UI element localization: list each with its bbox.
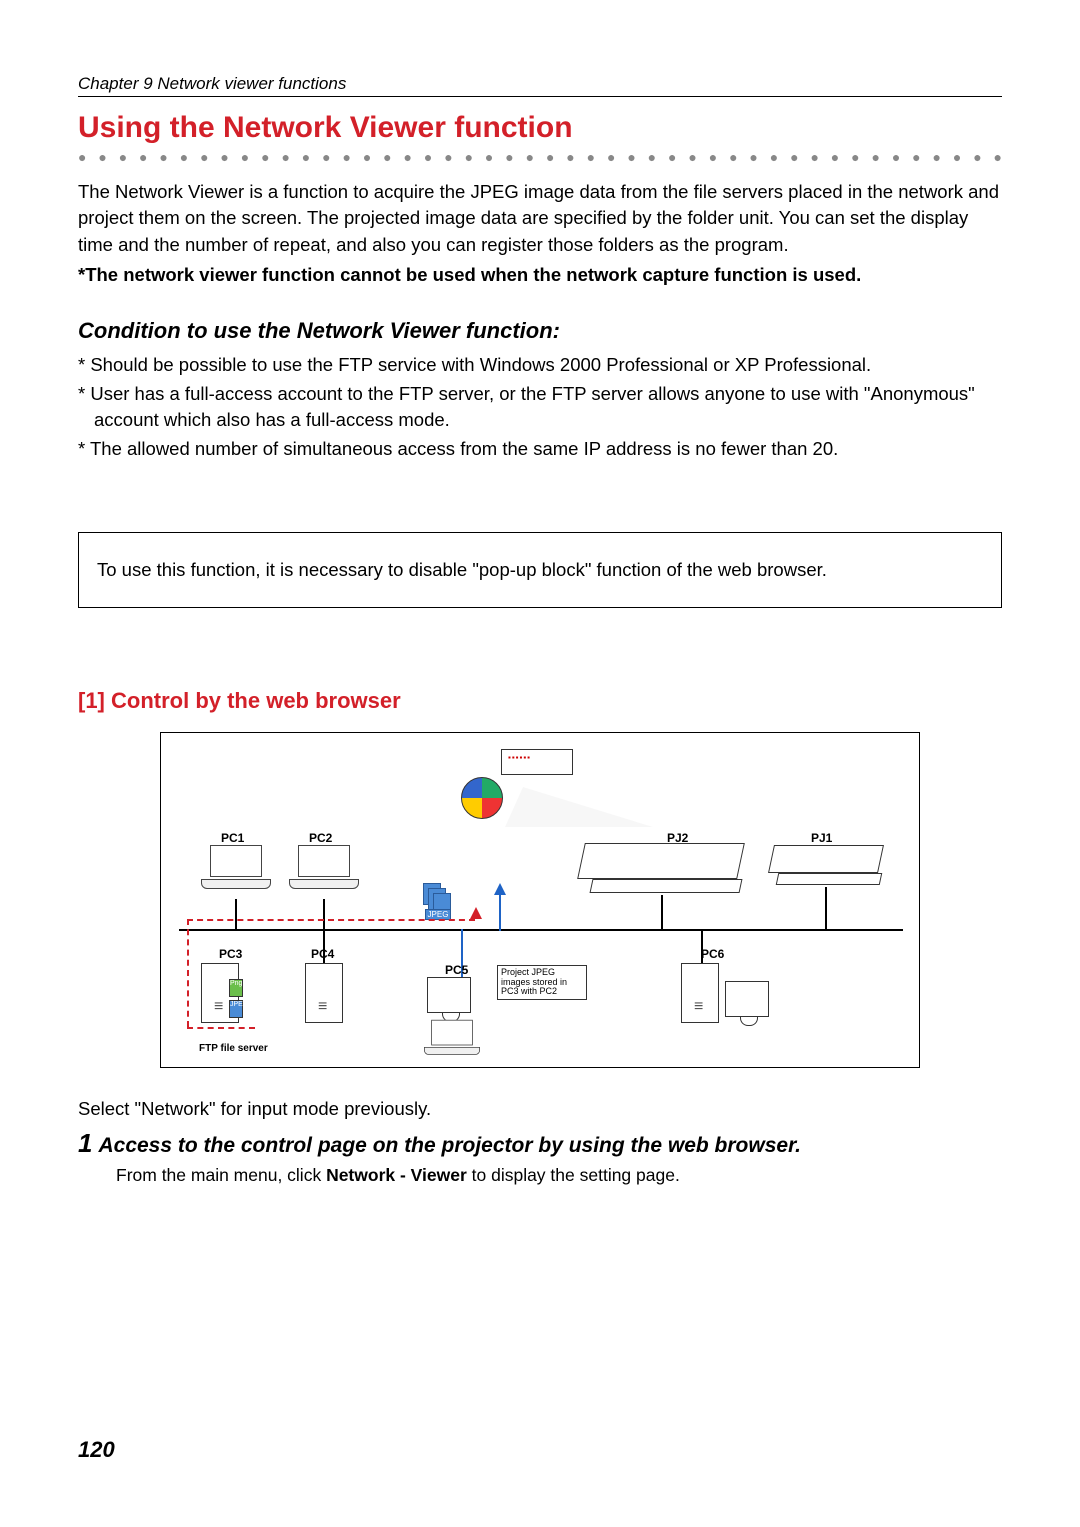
document-page: Chapter 9 Network viewer functions Using… (0, 0, 1080, 1226)
network-drop (235, 899, 237, 929)
laptop-icon (289, 845, 359, 893)
projector-base-icon (776, 873, 883, 885)
arrow-up-red-icon (470, 907, 482, 919)
network-drop (825, 887, 827, 929)
network-drop (323, 929, 325, 963)
diagram-callout: Project JPEG images stored in PC3 with P… (497, 965, 587, 1001)
step-body-pre: From the main menu, click (116, 1165, 326, 1185)
diagram-container: ▪▪▪▪▪▪ PC1 PC2 PJ2 PJ1 JPEG (78, 732, 1002, 1068)
step-body: From the main menu, click Network - View… (116, 1165, 1002, 1186)
note-box: To use this function, it is necessary to… (78, 532, 1002, 608)
page-number: 120 (78, 1437, 115, 1463)
projector-icon (768, 845, 884, 873)
step-heading: 1Access to the control page on the proje… (78, 1128, 1002, 1159)
red-dashed-path (187, 919, 475, 921)
condition-item: * Should be possible to use the FTP serv… (78, 352, 1002, 378)
diagram-label-pc6: PC6 (701, 947, 724, 961)
tower-pc-icon (305, 963, 343, 1023)
color-wheel-icon (461, 777, 503, 819)
page-title: Using the Network Viewer function (78, 111, 1002, 145)
network-diagram: ▪▪▪▪▪▪ PC1 PC2 PJ2 PJ1 JPEG (160, 732, 920, 1068)
note-text: To use this function, it is necessary to… (97, 559, 827, 580)
tower-pc-icon (681, 963, 719, 1023)
network-drop (661, 895, 663, 929)
monitor-icon (725, 981, 769, 1017)
decorative-dots: ● ● ● ● ● ● ● ● ● ● ● ● ● ● ● ● ● ● ● ● … (78, 149, 1002, 165)
condition-heading: Condition to use the Network Viewer func… (78, 318, 1002, 344)
diagram-label-pc2: PC2 (309, 831, 332, 845)
step-title: Access to the control page on the projec… (98, 1134, 800, 1157)
network-line (179, 929, 903, 931)
ftp-server-label: FTP file server (199, 1043, 268, 1054)
laptop-icon (201, 845, 271, 893)
intro-paragraph: The Network Viewer is a function to acqu… (78, 179, 1002, 258)
condition-item: * User has a full-access account to the … (78, 381, 1002, 433)
diagram-label-pc3: PC3 (219, 947, 242, 961)
select-instruction: Select "Network" for input mode previous… (78, 1098, 1002, 1120)
network-drop (701, 929, 703, 963)
projector-base-icon (590, 879, 743, 893)
monitor-icon (427, 977, 471, 1013)
network-drop (323, 899, 325, 929)
diagram-label-pc1: PC1 (221, 831, 244, 845)
arrow-up-blue-icon (494, 883, 506, 895)
intro-warning: *The network viewer function cannot be u… (78, 262, 1002, 288)
projector-icon (577, 843, 745, 879)
diagram-label-pc5: PC5 (445, 963, 468, 977)
projection-cone (505, 787, 653, 827)
step-body-post: to display the setting page. (467, 1165, 680, 1185)
step-number: 1 (78, 1128, 98, 1158)
condition-item: * The allowed number of simultaneous acc… (78, 436, 1002, 462)
ftp-files-icon: Png JPEG (229, 979, 243, 1021)
diagram-label-pj1: PJ1 (811, 831, 832, 845)
section-heading: [1] Control by the web browser (78, 688, 1002, 714)
step-body-bold: Network - Viewer (326, 1165, 467, 1185)
laptop-icon (424, 1019, 480, 1057)
router-icon: ▪▪▪▪▪▪ (501, 749, 573, 775)
red-dashed-path (187, 919, 189, 1027)
red-dashed-path (187, 1027, 255, 1029)
chapter-header: Chapter 9 Network viewer functions (78, 74, 1002, 97)
blue-path (499, 895, 501, 931)
